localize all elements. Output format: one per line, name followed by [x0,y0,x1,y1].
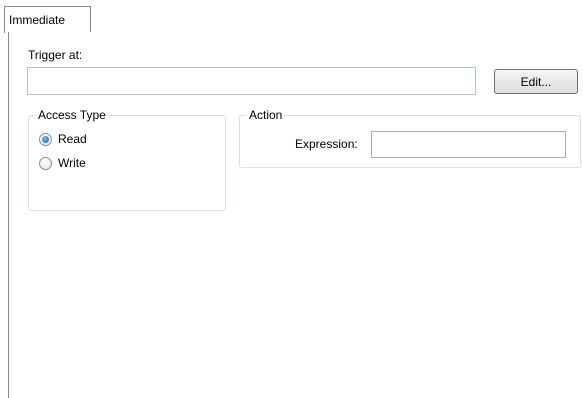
immediate-breakpoint-dialog: Immediate Trigger at: Edit... Access Typ… [0,0,583,398]
trigger-at-label: Trigger at: [28,48,83,62]
access-type-write-option[interactable]: Write [39,156,86,170]
read-radio[interactable] [39,132,52,146]
expression-label: Expression: [295,137,358,151]
expression-input[interactable] [371,131,566,158]
write-radio[interactable] [39,156,52,170]
tab-immediate-label: Immediate [9,13,66,27]
trigger-at-input[interactable] [27,67,476,95]
access-type-title: Access Type [36,108,108,122]
edit-button[interactable]: Edit... [494,69,578,94]
action-title: Action [247,108,285,122]
tab-immediate[interactable]: Immediate [4,6,91,33]
access-type-read-option[interactable]: Read [39,132,87,146]
read-radio-label: Read [58,132,87,146]
write-radio-label: Write [58,156,86,170]
tab-strip: Immediate [0,0,583,33]
